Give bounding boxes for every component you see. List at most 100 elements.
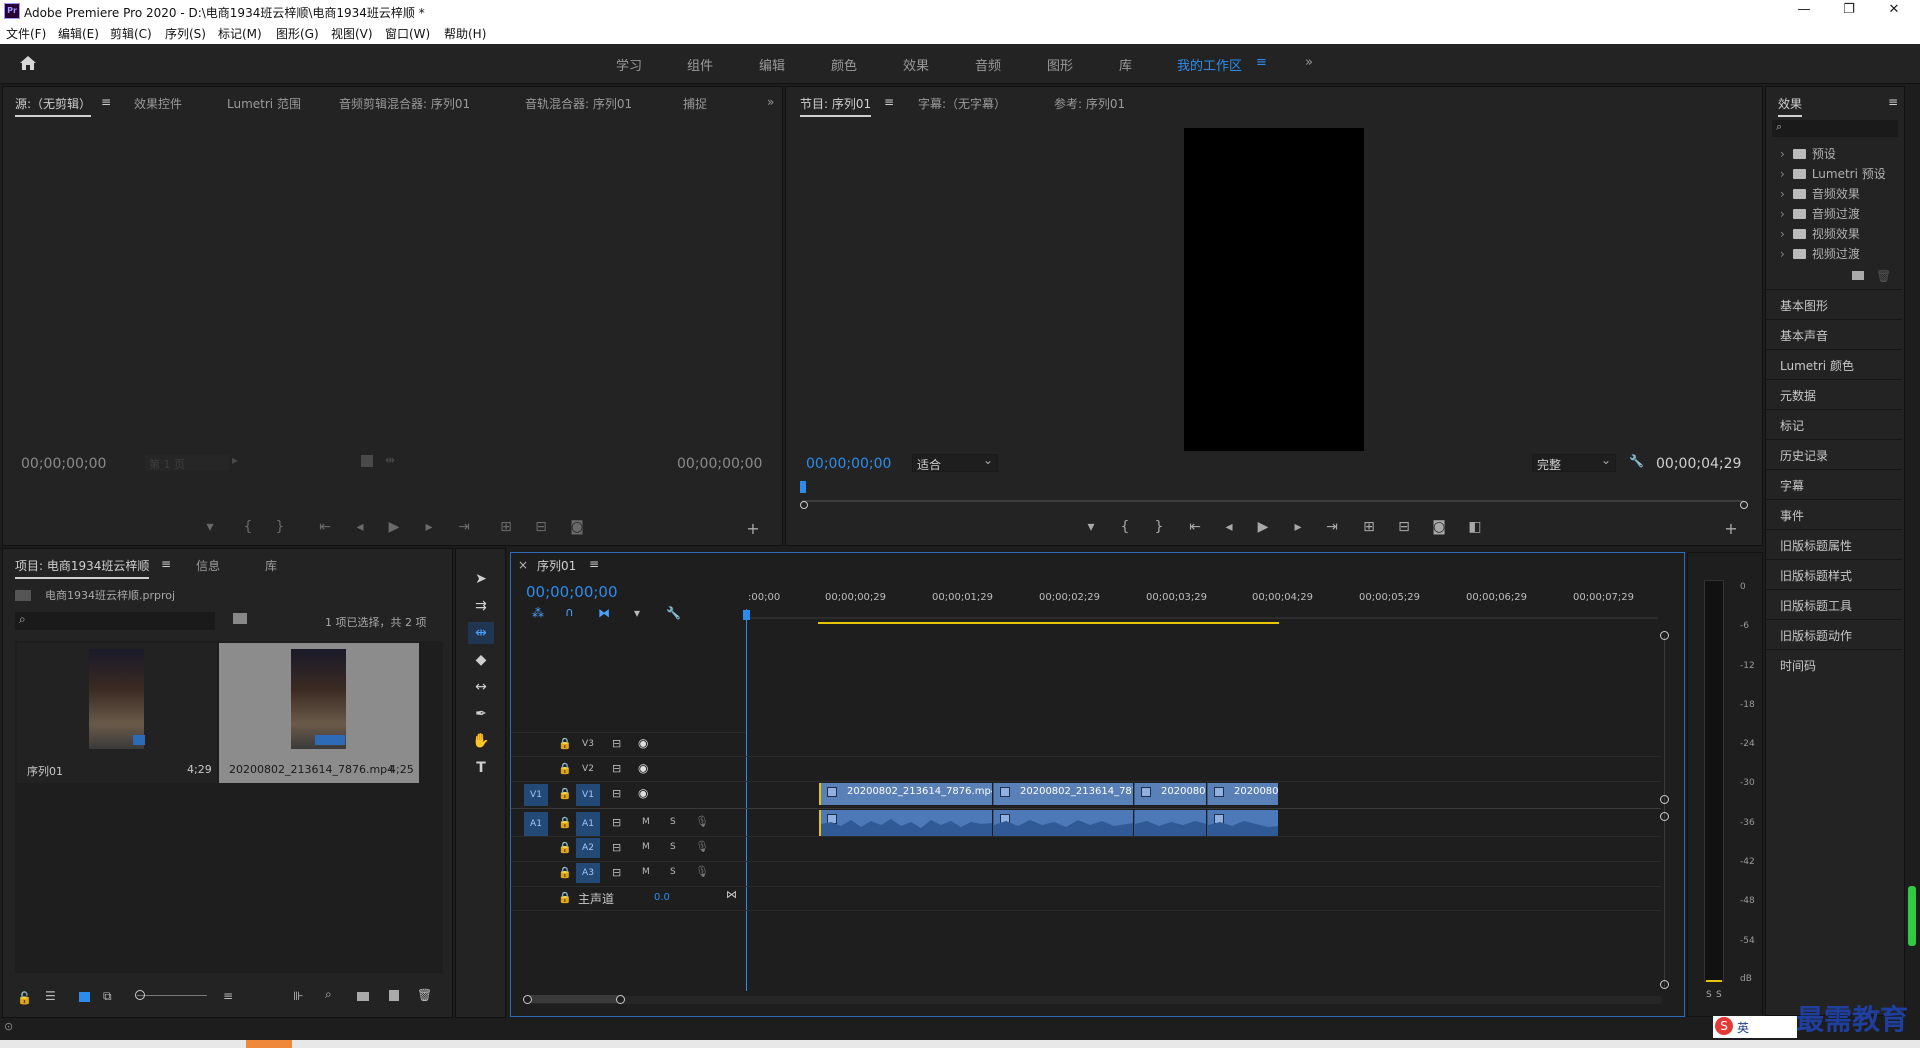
icon-view-icon[interactable] (79, 992, 90, 1002)
panel-essential-graphics[interactable]: 基本图形 (1766, 289, 1902, 318)
audio-clip[interactable] (819, 810, 992, 836)
program-export-frame-icon[interactable]: ◙ (1428, 519, 1450, 535)
source-go-out-icon[interactable]: ⇥ (453, 519, 475, 535)
zoom-slider-handle[interactable] (135, 990, 145, 1000)
source-step-forward-icon[interactable]: ▸ (418, 519, 440, 535)
scroll-handle[interactable] (1660, 631, 1669, 640)
freeform-view-icon[interactable]: ⧉ (103, 989, 112, 1004)
nest-icon[interactable]: ⁂ (532, 606, 544, 620)
workspace-graphics[interactable]: 图形 (1047, 55, 1073, 74)
program-zoom-start-handle[interactable] (800, 501, 808, 509)
menu-clip[interactable]: 剪辑(C) (110, 25, 152, 42)
track-label-a2[interactable]: A2 (576, 838, 600, 858)
program-step-back-icon[interactable]: ◂ (1218, 519, 1240, 535)
workspace-effects[interactable]: 效果 (903, 55, 929, 74)
workspace-overflow-icon[interactable]: » (1305, 55, 1313, 70)
source-marker-icon[interactable]: ▾ (199, 519, 221, 535)
source-insert-icon[interactable]: ⊞ (495, 519, 517, 535)
sync-lock-icon[interactable]: ⊟ (612, 762, 621, 775)
voiceover-mic-icon[interactable]: 🎙 (695, 815, 709, 828)
scroll-handle[interactable] (1660, 795, 1669, 804)
project-menu-icon[interactable]: ≡ (161, 557, 171, 571)
video-clip[interactable]: 20200802 (1134, 783, 1206, 805)
track-label-v2[interactable]: V2 (576, 759, 600, 779)
timeline-ruler[interactable] (746, 608, 1658, 619)
source-add-button[interactable]: + (742, 519, 764, 538)
panel-captions[interactable]: 字幕 (1766, 469, 1902, 498)
workspace-audio[interactable]: 音频 (975, 55, 1001, 74)
list-view-icon[interactable]: ☰ (45, 989, 56, 1003)
close-button[interactable]: ✕ (1880, 2, 1908, 20)
tab-source[interactable]: 源:（无剪辑） (15, 95, 92, 117)
panel-timecode[interactable]: 时间码 (1766, 649, 1902, 678)
tab-lumetri-scopes[interactable]: Lumetri 范围 (227, 95, 301, 112)
source-patch-v1[interactable]: V1 (524, 784, 548, 806)
workspace-assembly[interactable]: 组件 (687, 55, 713, 74)
source-play-icon[interactable]: ▶ (383, 519, 405, 535)
track-lock-icon[interactable]: 🔒 (558, 866, 572, 879)
maximize-button[interactable]: ❐ (1835, 2, 1863, 20)
razor-tool-icon[interactable]: ◆ (468, 649, 494, 671)
timeline-tab[interactable]: 序列01 (537, 557, 576, 574)
home-icon[interactable] (18, 54, 38, 72)
workspace-libraries[interactable]: 库 (1119, 55, 1132, 74)
menu-file[interactable]: 文件(F) (6, 25, 46, 42)
program-video-frame[interactable] (1184, 128, 1364, 451)
panel-markers[interactable]: 标记 (1766, 409, 1902, 438)
program-quality-dropdown[interactable]: 完整 (1532, 453, 1616, 472)
new-bin-icon[interactable] (1852, 271, 1864, 280)
source-settings-icon[interactable] (361, 455, 373, 467)
effects-item-presets[interactable]: › 预设 (1780, 145, 1836, 162)
meter-solo-left[interactable]: S (1706, 990, 1712, 1000)
program-mark-in-icon[interactable]: { (1114, 519, 1136, 535)
clear-icon[interactable]: 🗑 (417, 988, 432, 1002)
linked-selection-icon[interactable]: ⧓ (598, 606, 610, 620)
workspace-learn[interactable]: 学习 (616, 55, 642, 74)
go-to-end-icon[interactable]: ⋈ (726, 888, 737, 901)
effects-item-audio-effects[interactable]: › 音频效果 (1780, 185, 1860, 202)
panel-lumetri-color[interactable]: Lumetri 颜色 (1766, 349, 1902, 378)
workspace-color[interactable]: 颜色 (831, 55, 857, 74)
tab-project[interactable]: 项目: 电商1934班云梓顺 (15, 557, 150, 579)
taskbar-app[interactable] (246, 1040, 292, 1048)
new-item-icon[interactable] (389, 990, 399, 1001)
program-marker-icon[interactable]: ▾ (1080, 519, 1102, 535)
program-play-icon[interactable]: ▶ (1252, 519, 1274, 535)
timeline-close-icon[interactable]: × (518, 558, 528, 572)
menu-view[interactable]: 视图(V) (331, 25, 373, 42)
audio-clip[interactable] (1134, 810, 1206, 836)
program-playhead[interactable] (800, 481, 806, 493)
tab-reference[interactable]: 参考: 序列01 (1054, 95, 1125, 112)
menu-help[interactable]: 帮助(H) (444, 25, 486, 42)
tab-program[interactable]: 节目: 序列01 (800, 95, 872, 117)
audio-clip[interactable] (993, 810, 1133, 836)
program-step-forward-icon[interactable]: ▸ (1287, 519, 1309, 535)
track-lock-icon[interactable]: 🔒 (558, 816, 572, 829)
track-select-tool-icon[interactable]: ⇉ (468, 595, 494, 617)
hand-tool-icon[interactable]: ✋ (468, 730, 494, 752)
timeline-menu-icon[interactable]: ≡ (589, 557, 599, 571)
voiceover-mic-icon[interactable]: 🎙 (695, 840, 709, 853)
scroll-handle[interactable] (1660, 980, 1669, 989)
track-lock-icon[interactable]: 🔒 (558, 762, 572, 775)
timeline-playhead[interactable] (746, 609, 747, 991)
panel-essential-sound[interactable]: 基本声音 (1766, 319, 1902, 348)
effects-item-video-effects[interactable]: › 视频效果 (1780, 225, 1860, 242)
project-item-sequence[interactable]: 序列01 4;29 (17, 643, 217, 783)
source-overwrite-icon[interactable]: ⊟ (530, 519, 552, 535)
program-settings-wrench-icon[interactable]: 🔧 (1629, 454, 1644, 468)
track-label-v3[interactable]: V3 (576, 734, 600, 754)
workspace-my[interactable]: 我的工作区 (1177, 55, 1242, 74)
effects-item-lumetri-presets[interactable]: › Lumetri 预设 (1780, 165, 1886, 182)
workspace-editing[interactable]: 编辑 (759, 55, 785, 74)
track-lock-icon[interactable]: 🔒 (558, 737, 572, 750)
snap-icon[interactable]: ∩ (565, 605, 574, 619)
eye-icon[interactable]: ◉ (638, 786, 648, 800)
voiceover-mic-icon[interactable]: 🎙 (695, 865, 709, 878)
tab-info[interactable]: 信息 (196, 557, 220, 574)
find-icon[interactable] (233, 613, 247, 624)
video-clip[interactable]: 20200802 (1207, 783, 1278, 805)
sync-lock-icon[interactable]: ⊟ (612, 787, 621, 800)
menu-marker[interactable]: 标记(M) (218, 25, 262, 42)
program-mark-out-icon[interactable]: } (1148, 519, 1170, 535)
